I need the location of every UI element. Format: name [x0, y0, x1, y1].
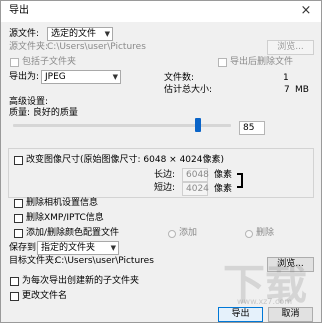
- rename-checkbox[interactable]: [10, 292, 19, 301]
- save-to-select[interactable]: 指定的文件夹 ▼: [37, 241, 119, 255]
- source-label: 源文件:: [9, 29, 40, 39]
- format-select-value: JPEG: [45, 72, 66, 82]
- delete-after-export-checkbox[interactable]: [218, 58, 227, 67]
- delete-after-export-label: 导出后删除文件: [230, 57, 294, 67]
- include-subfolders-checkbox[interactable]: [10, 58, 19, 67]
- add-profile-radio[interactable]: [168, 230, 176, 238]
- file-count-label: 文件数:: [164, 73, 195, 83]
- format-select[interactable]: JPEG ▼: [41, 70, 121, 84]
- resize-label: 改变图像尺寸(原始图像尺寸: 6048 × 4024像素): [26, 155, 224, 165]
- file-count-value: 1: [283, 73, 289, 83]
- include-subfolders-label: 包括子文件夹: [22, 57, 77, 67]
- delete-xmp-label: 删除XMP/IPTC信息: [26, 213, 104, 223]
- cancel-button[interactable]: 取消: [268, 307, 313, 322]
- save-to-label: 保存到: [9, 243, 37, 253]
- quality-label: 质量: 良好的质量: [9, 108, 78, 118]
- source-select-value: 选定的文件: [51, 29, 97, 39]
- target-folder-label: 目标文件夹:: [9, 256, 58, 266]
- estimated-size-value: 7: [284, 85, 290, 95]
- watermark-site: www.xz7.com: [237, 297, 293, 306]
- long-side-label: 长边:: [154, 170, 176, 180]
- link-bracket-icon: [237, 173, 243, 188]
- delete-profile-label: 删除: [256, 228, 275, 238]
- export-button[interactable]: 导出: [218, 307, 263, 322]
- source-browse-button[interactable]: 浏览...: [267, 40, 314, 55]
- save-to-select-value: 指定的文件夹: [41, 243, 96, 253]
- color-profile-label: 添加/删除颜色配置文件: [26, 228, 120, 238]
- chevron-down-icon: ▼: [104, 30, 110, 38]
- close-icon[interactable]: ×: [297, 2, 315, 20]
- estimated-size-unit: MB: [295, 85, 309, 95]
- long-side-unit: 像素: [214, 170, 233, 180]
- color-profile-checkbox[interactable]: [14, 229, 23, 238]
- short-side-unit: 像素: [214, 184, 233, 194]
- source-folder-label: 源文件夹:: [9, 42, 49, 52]
- short-side-label: 短边:: [154, 183, 176, 193]
- delete-camera-info-label: 删除相机设置信息: [26, 198, 99, 208]
- rename-label: 更改文件名: [22, 291, 68, 301]
- delete-profile-radio[interactable]: [245, 230, 253, 238]
- delete-xmp-checkbox[interactable]: [14, 214, 23, 223]
- chevron-down-icon: ▼: [112, 73, 118, 81]
- create-subfolder-label: 为每次导出创建新的子文件夹: [22, 276, 140, 286]
- add-profile-label: 添加: [179, 228, 198, 238]
- delete-camera-info-checkbox[interactable]: [14, 199, 23, 208]
- long-side-input[interactable]: 6048: [182, 168, 209, 182]
- short-side-input[interactable]: 4024: [182, 182, 209, 196]
- source-folder-path: C:\Users\user\Pictures: [47, 42, 146, 52]
- resize-checkbox[interactable]: [14, 156, 23, 165]
- export-as-label: 导出为:: [9, 72, 40, 82]
- chevron-down-icon: ▼: [110, 244, 116, 252]
- title-bar: 导出 ×: [1, 1, 321, 22]
- create-subfolder-checkbox[interactable]: [10, 277, 19, 286]
- export-dialog: 导出 × 源文件: 选定的文件 ▼ 源文件夹: C:\Users\user\Pi…: [0, 0, 322, 323]
- dialog-title: 导出: [9, 5, 29, 16]
- quality-input[interactable]: 85: [239, 121, 265, 135]
- source-select[interactable]: 选定的文件 ▼: [47, 27, 113, 41]
- estimated-size-label: 估计总大小:: [164, 85, 213, 95]
- target-folder-path: C:\Users\user\Pictures: [55, 256, 154, 266]
- quality-slider-thumb[interactable]: [195, 118, 202, 132]
